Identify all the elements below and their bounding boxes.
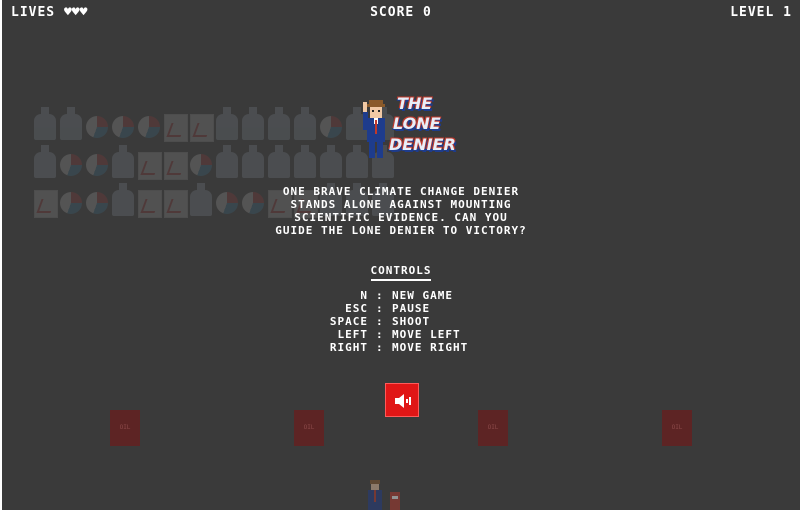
- control-key: RIGHT: [329, 341, 368, 354]
- invader-gauge-icon: [60, 154, 82, 176]
- intro-line: ONE BRAVE CLIMATE CHANGE DENIER: [282, 185, 520, 198]
- invader-bottle-icon: [34, 107, 56, 140]
- invader-gauge-icon: [112, 116, 134, 138]
- sound-toggle-button[interactable]: [385, 383, 419, 417]
- control-key: N: [360, 289, 368, 302]
- controls-heading: CONTROLS: [2, 264, 800, 281]
- game-logo: THE LONE DENIER: [359, 94, 456, 160]
- invader-bottle-icon: [294, 145, 316, 178]
- control-key: ESC: [345, 302, 368, 315]
- invader-gauge-icon: [86, 116, 108, 138]
- oil-barrel: OIL: [110, 410, 140, 446]
- barrel-label: OIL: [671, 424, 683, 431]
- game-screen[interactable]: LIVES ♥♥♥ SCORE 0 LEVEL 1 OIL OIL OIL OI…: [2, 0, 800, 510]
- control-key: SPACE: [329, 315, 368, 328]
- invader-bottle-icon: [60, 107, 82, 140]
- speaker-icon: [395, 394, 411, 408]
- control-key: LEFT: [337, 328, 368, 341]
- logo-title: THE LONE DENIER: [389, 94, 456, 160]
- control-separator: :: [376, 341, 384, 354]
- lone-denier-figure-icon: [363, 100, 385, 158]
- invader-bottle-icon: [216, 145, 238, 178]
- invader-bottle-icon: [268, 107, 290, 140]
- intro-line: STANDS ALONE AGAINST MOUNTING: [290, 198, 512, 211]
- oil-barrel: OIL: [294, 410, 324, 446]
- control-separator: :: [376, 289, 384, 302]
- barrel-label: OIL: [303, 424, 315, 431]
- control-action: SHOOT: [392, 315, 431, 328]
- barrel-label: OIL: [119, 424, 131, 431]
- invader-bottle-icon: [320, 145, 342, 178]
- barrel-label: OIL: [487, 424, 499, 431]
- player-denier-icon: [368, 480, 400, 510]
- control-separator: :: [376, 302, 384, 315]
- invader-chart-icon: [138, 152, 162, 180]
- logo-line-1: THE: [397, 94, 433, 113]
- logo-line-2: LONE: [393, 114, 441, 133]
- invader-chart-icon: [164, 114, 188, 142]
- invader-gauge-icon: [86, 154, 108, 176]
- invader-gauge-icon: [320, 116, 342, 138]
- invader-bottle-icon: [242, 145, 264, 178]
- invader-bottle-icon: [268, 145, 290, 178]
- intro-line: SCIENTIFIC EVIDENCE. CAN YOU: [294, 211, 508, 224]
- invader-bottle-icon: [112, 145, 134, 178]
- control-separator: :: [376, 315, 384, 328]
- invader-bottle-icon: [216, 107, 238, 140]
- invader-bottle-icon: [294, 107, 316, 140]
- invader-gauge-icon: [190, 154, 212, 176]
- control-action: PAUSE: [392, 302, 431, 315]
- level-display: LEVEL 1: [730, 5, 792, 20]
- invader-chart-icon: [164, 152, 188, 180]
- invader-chart-icon: [190, 114, 214, 142]
- oil-barrel: OIL: [478, 410, 508, 446]
- oil-barrel: OIL: [662, 410, 692, 446]
- intro-line: GUIDE THE LONE DENIER TO VICTORY?: [275, 224, 527, 237]
- invader-bottle-icon: [242, 107, 264, 140]
- control-action: MOVE LEFT: [392, 328, 461, 341]
- invader-gauge-icon: [138, 116, 160, 138]
- control-separator: :: [376, 328, 384, 341]
- controls-title: CONTROLS: [370, 264, 432, 281]
- logo-line-3: DENIER: [389, 135, 456, 154]
- score-display: SCORE 0: [370, 5, 432, 20]
- control-action: MOVE RIGHT: [392, 341, 469, 354]
- invader-bottle-icon: [34, 145, 56, 178]
- control-action: NEW GAME: [392, 289, 453, 302]
